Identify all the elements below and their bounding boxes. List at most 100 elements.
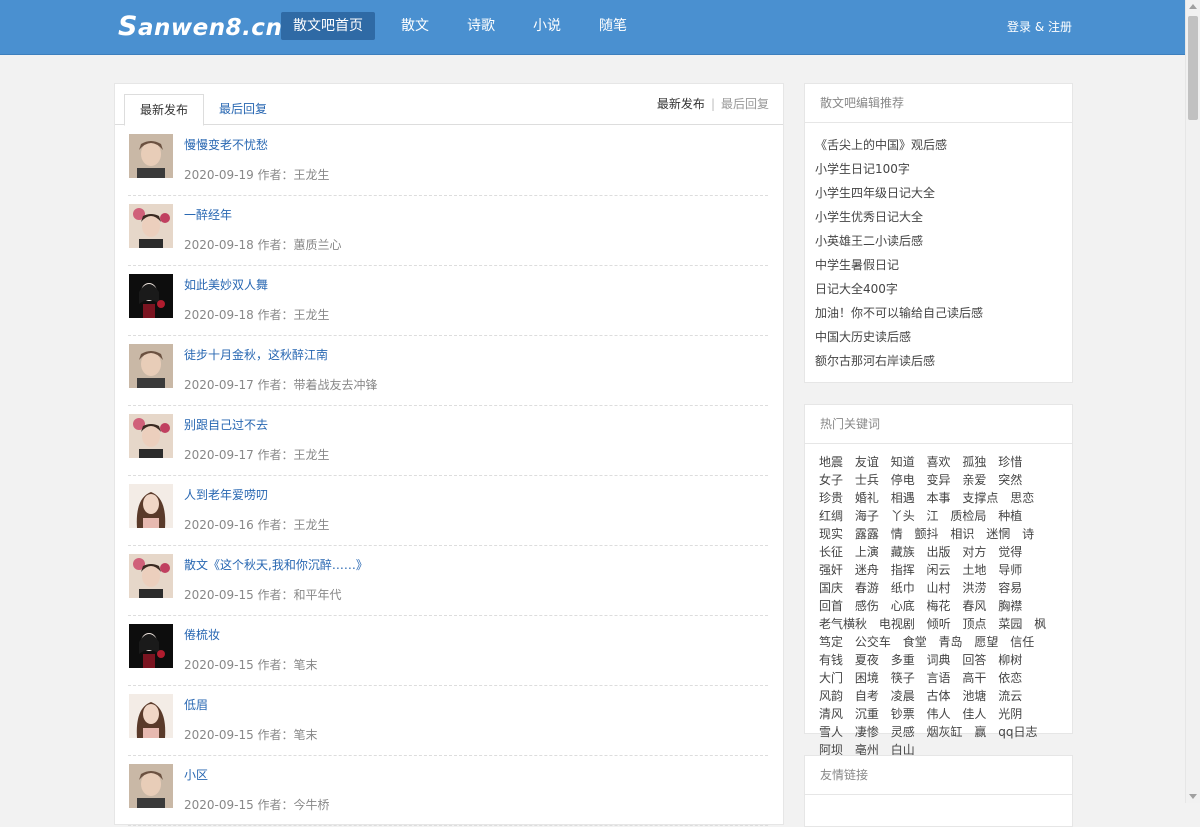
recommend-link[interactable]: 中国大历史读后感 <box>815 325 1072 349</box>
keyword-link[interactable]: 电视剧 <box>879 617 915 631</box>
keyword-link[interactable]: 自考 <box>855 689 879 703</box>
keyword-link[interactable]: 沉重 <box>855 707 879 721</box>
keyword-link[interactable]: 地震 <box>819 455 843 469</box>
keyword-link[interactable]: qq日志 <box>998 725 1037 739</box>
keyword-link[interactable]: 停电 <box>891 473 915 487</box>
keyword-link[interactable]: 觉得 <box>998 545 1022 559</box>
keyword-link[interactable]: 长征 <box>819 545 843 559</box>
article-title[interactable]: 散文《这个秋天,我和你沉醉……》 <box>184 556 368 573</box>
avatar[interactable] <box>129 134 173 178</box>
keyword-link[interactable]: 灵感 <box>891 725 915 739</box>
keyword-link[interactable]: 闲云 <box>927 563 951 577</box>
keyword-link[interactable]: 指挥 <box>891 563 915 577</box>
avatar[interactable] <box>129 414 173 458</box>
tab-last-reply[interactable]: 最后回复 <box>204 94 282 124</box>
keyword-link[interactable]: 枫 <box>1034 617 1046 631</box>
login-register-link[interactable]: 登录 & 注册 <box>1007 18 1072 35</box>
scroll-up-icon[interactable] <box>1189 4 1197 9</box>
keyword-link[interactable]: 公交车 <box>855 635 891 649</box>
sort-last-reply[interactable]: 最后回复 <box>721 97 769 111</box>
keyword-link[interactable]: 心底 <box>891 599 915 613</box>
keyword-link[interactable]: 菜园 <box>998 617 1022 631</box>
keyword-link[interactable]: 珍惜 <box>998 455 1022 469</box>
keyword-link[interactable]: 光阴 <box>998 707 1022 721</box>
keyword-link[interactable]: 词典 <box>927 653 951 667</box>
keyword-link[interactable]: 纸巾 <box>891 581 915 595</box>
tab-latest[interactable]: 最新发布 <box>124 94 205 126</box>
keyword-link[interactable]: 相识 <box>950 527 974 541</box>
keyword-link[interactable]: 胸襟 <box>998 599 1022 613</box>
keyword-link[interactable]: 春风 <box>962 599 986 613</box>
keyword-link[interactable]: 回答 <box>962 653 986 667</box>
keyword-link[interactable]: 感伤 <box>855 599 879 613</box>
keyword-link[interactable]: 土地 <box>962 563 986 577</box>
article-title[interactable]: 如此美妙双人舞 <box>184 276 268 293</box>
keyword-link[interactable]: 食堂 <box>903 635 927 649</box>
keyword-link[interactable]: 支撑点 <box>962 491 998 505</box>
site-logo[interactable]: Sanwen8.cn <box>118 11 282 42</box>
keyword-link[interactable]: 思恋 <box>1010 491 1034 505</box>
keyword-link[interactable]: 伟人 <box>927 707 951 721</box>
keyword-link[interactable]: 丫头 <box>891 509 915 523</box>
recommend-link[interactable]: 额尔古那河右岸读后感 <box>815 349 1072 373</box>
keyword-link[interactable]: 突然 <box>998 473 1022 487</box>
keyword-link[interactable]: 出版 <box>927 545 951 559</box>
keyword-link[interactable]: 海子 <box>855 509 879 523</box>
keyword-link[interactable]: 婚礼 <box>855 491 879 505</box>
recommend-link[interactable]: 小学生优秀日记大全 <box>815 205 1072 229</box>
keyword-link[interactable]: 露露 <box>855 527 879 541</box>
keyword-link[interactable]: 喜欢 <box>927 455 951 469</box>
keyword-link[interactable]: 有钱 <box>819 653 843 667</box>
keyword-link[interactable]: 迷舟 <box>855 563 879 577</box>
avatar[interactable] <box>129 764 173 808</box>
keyword-link[interactable]: 藏族 <box>891 545 915 559</box>
keyword-link[interactable]: 钞票 <box>891 707 915 721</box>
recommend-link[interactable]: 日记大全400字 <box>815 277 1072 301</box>
keyword-link[interactable]: 春游 <box>855 581 879 595</box>
keyword-link[interactable]: 青岛 <box>939 635 963 649</box>
recommend-link[interactable]: 小学生日记100字 <box>815 157 1072 181</box>
keyword-link[interactable]: 大门 <box>819 671 843 685</box>
keyword-link[interactable]: 困境 <box>855 671 879 685</box>
scrollbar-thumb[interactable] <box>1188 16 1198 120</box>
keyword-link[interactable]: 高干 <box>962 671 986 685</box>
article-title[interactable]: 别跟自己过不去 <box>184 416 268 433</box>
keyword-link[interactable]: 夏夜 <box>855 653 879 667</box>
keyword-link[interactable]: 红绸 <box>819 509 843 523</box>
keyword-link[interactable]: 珍贵 <box>819 491 843 505</box>
keyword-link[interactable]: 烟灰缸 <box>927 725 963 739</box>
keyword-link[interactable]: 顶点 <box>963 617 987 631</box>
keyword-link[interactable]: 孤独 <box>962 455 986 469</box>
avatar[interactable] <box>129 554 173 598</box>
recommend-link[interactable]: 中学生暑假日记 <box>815 253 1072 277</box>
keyword-link[interactable]: 对方 <box>962 545 986 559</box>
avatar[interactable] <box>129 344 173 388</box>
keyword-link[interactable]: 士兵 <box>855 473 879 487</box>
keyword-link[interactable]: 回首 <box>819 599 843 613</box>
keyword-link[interactable]: 上演 <box>855 545 879 559</box>
keyword-link[interactable]: 颤抖 <box>915 527 939 541</box>
keyword-link[interactable]: 相遇 <box>891 491 915 505</box>
recommend-link[interactable]: 《舌尖上的中国》观后感 <box>815 133 1072 157</box>
keyword-link[interactable]: 言语 <box>927 671 951 685</box>
keyword-link[interactable]: 诗 <box>1022 527 1034 541</box>
keyword-link[interactable]: 江 <box>927 509 939 523</box>
recommend-link[interactable]: 小学生四年级日记大全 <box>815 181 1072 205</box>
keyword-link[interactable]: 流云 <box>998 689 1022 703</box>
keyword-link[interactable]: 多重 <box>891 653 915 667</box>
article-title[interactable]: 徒步十月金秋，这秋醉江南 <box>184 346 328 363</box>
scroll-down-icon[interactable] <box>1189 794 1197 799</box>
avatar[interactable] <box>129 624 173 668</box>
keyword-link[interactable]: 现实 <box>819 527 843 541</box>
keyword-link[interactable]: 古体 <box>927 689 951 703</box>
keyword-link[interactable]: 笃定 <box>819 635 843 649</box>
keyword-link[interactable]: 友谊 <box>855 455 879 469</box>
keyword-link[interactable]: 雪人 <box>819 725 843 739</box>
keyword-link[interactable]: 信任 <box>1010 635 1034 649</box>
keyword-link[interactable]: 种植 <box>998 509 1022 523</box>
keyword-link[interactable]: 导师 <box>998 563 1022 577</box>
keyword-link[interactable]: 凌晨 <box>891 689 915 703</box>
keyword-link[interactable]: 凄惨 <box>855 725 879 739</box>
article-title[interactable]: 慢慢变老不忧愁 <box>184 136 268 153</box>
keyword-link[interactable]: 容易 <box>998 581 1022 595</box>
